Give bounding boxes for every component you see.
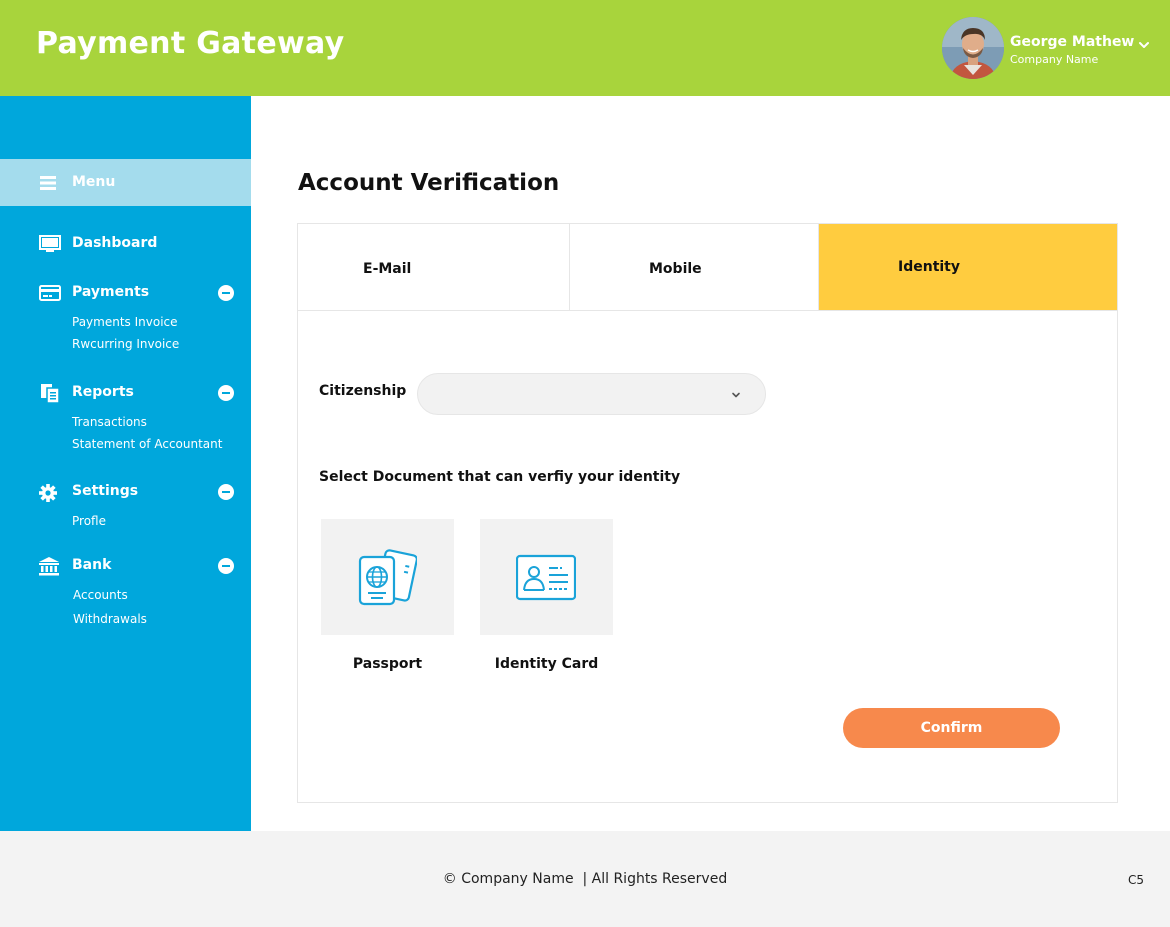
- menu-label: Menu: [72, 174, 116, 190]
- sidebar-subitem-recurring-invoice[interactable]: Rwcurring Invoice: [72, 337, 179, 351]
- sidebar-subitem-payments-invoice[interactable]: Payments Invoice: [72, 315, 178, 329]
- footer: © Company Name | All Rights Reserved C5: [0, 831, 1170, 927]
- credit-card-icon: [39, 285, 61, 301]
- chevron-down-icon[interactable]: [1138, 39, 1150, 51]
- passport-option[interactable]: [321, 519, 454, 635]
- page-title: Account Verification: [298, 170, 560, 196]
- collapse-icon[interactable]: [218, 385, 234, 401]
- sidebar-item-bank[interactable]: Bank: [0, 552, 251, 578]
- identity-card-option[interactable]: [480, 519, 613, 635]
- sidebar-subitem-withdrawals[interactable]: Withdrawals: [73, 612, 147, 626]
- tab-email[interactable]: E-Mail: [298, 224, 570, 311]
- gear-icon: [39, 484, 57, 502]
- chevron-down-icon: [732, 392, 740, 398]
- user-company: Company Name: [1010, 53, 1099, 66]
- app-title: Payment Gateway: [36, 26, 345, 61]
- sidebar: Menu Dashboard Payments Payments Invoice…: [0, 96, 251, 831]
- menu-toggle[interactable]: Menu: [0, 159, 251, 206]
- sidebar-item-label: Settings: [72, 483, 139, 499]
- user-name: George Mathew: [1010, 34, 1135, 50]
- tab-label: Identity: [898, 259, 961, 275]
- verification-panel: E-Mail Mobile Identity Citizenship Selec…: [297, 223, 1118, 803]
- collapse-icon[interactable]: [218, 484, 234, 500]
- footer-code: C5: [1128, 873, 1145, 887]
- tab-mobile[interactable]: Mobile: [570, 224, 819, 311]
- citizenship-label: Citizenship: [319, 383, 407, 399]
- sidebar-subitem-transactions[interactable]: Transactions: [72, 415, 147, 429]
- sidebar-item-dashboard[interactable]: Dashboard: [0, 230, 251, 256]
- sidebar-item-reports[interactable]: Reports: [0, 379, 251, 405]
- tab-label: E-Mail: [363, 261, 412, 277]
- collapse-icon[interactable]: [218, 285, 234, 301]
- user-menu[interactable]: George Mathew Company Name: [942, 17, 1162, 79]
- passport-label: Passport: [352, 656, 423, 672]
- copyright-text: © Company Name | All Rights Reserved: [442, 871, 728, 887]
- documents-icon: [41, 384, 60, 403]
- bank-icon: [39, 557, 59, 576]
- tab-identity[interactable]: Identity: [819, 224, 1117, 311]
- tab-label: Mobile: [649, 261, 702, 277]
- sidebar-item-label: Reports: [72, 384, 134, 400]
- passport-icon: [358, 549, 417, 606]
- avatar-image: [942, 17, 1004, 79]
- citizenship-select[interactable]: [417, 373, 766, 415]
- collapse-icon[interactable]: [218, 558, 234, 574]
- sidebar-item-payments[interactable]: Payments: [0, 279, 251, 305]
- sidebar-subitem-accounts[interactable]: Accounts: [73, 588, 128, 602]
- sidebar-item-label: Payments: [72, 284, 150, 300]
- identity-card-label: Identity Card: [494, 656, 599, 672]
- sidebar-item-settings[interactable]: Settings: [0, 478, 251, 504]
- sidebar-subitem-profile[interactable]: Profle: [72, 514, 106, 528]
- monitor-icon: [39, 235, 61, 252]
- hamburger-icon: [40, 176, 56, 190]
- sidebar-item-label: Bank: [72, 557, 112, 573]
- sidebar-item-label: Dashboard: [72, 235, 158, 251]
- sidebar-subitem-statement[interactable]: Statement of Accountant: [72, 437, 222, 451]
- id-card-icon: [516, 554, 576, 601]
- avatar[interactable]: [942, 17, 1004, 79]
- document-prompt: Select Document that can verfiy your ide…: [319, 469, 681, 485]
- header: Payment Gateway George Mathew Company Na…: [0, 0, 1170, 96]
- confirm-button[interactable]: Confirm: [843, 708, 1060, 748]
